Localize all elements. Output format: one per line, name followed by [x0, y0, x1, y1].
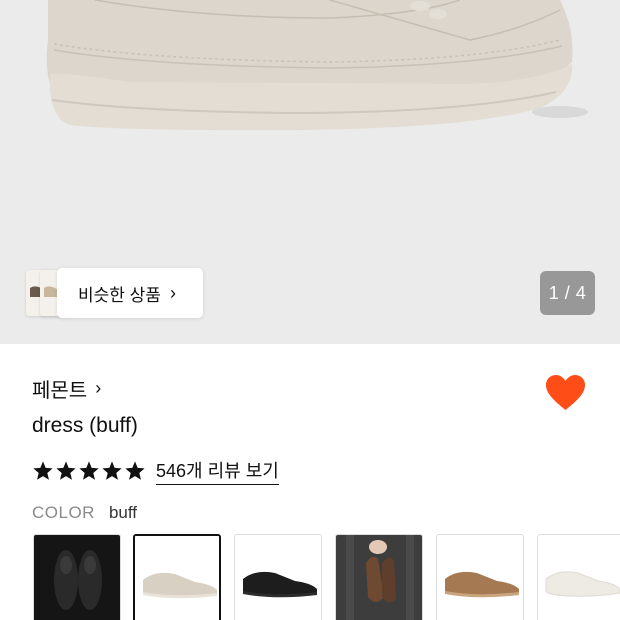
similar-products-label: 비슷한 상품: [78, 285, 161, 305]
swatch-buff[interactable]: [133, 534, 221, 620]
rating-stars: [32, 460, 146, 482]
chevron-right-icon: ›: [95, 378, 102, 398]
star-icon: [33, 461, 53, 480]
product-name: dress (buff): [32, 414, 138, 437]
swatch-white[interactable]: [537, 534, 620, 620]
color-value: buff: [108, 503, 138, 522]
swatch-tan[interactable]: [436, 534, 524, 620]
color-row: COLOR buff: [32, 503, 137, 523]
star-icon: [79, 461, 99, 480]
brand-name: 페몬트: [32, 380, 88, 402]
product-image-gallery[interactable]: 비슷한 상품 › 1 / 4: [0, 0, 620, 344]
image-counter: 1 / 4: [540, 271, 595, 315]
swatch-black-pair[interactable]: [33, 534, 121, 620]
star-icon: [125, 461, 145, 480]
heart-icon[interactable]: [545, 374, 586, 416]
color-swatch-list: [33, 534, 620, 620]
similar-products-button[interactable]: 비슷한 상품 ›: [57, 268, 203, 318]
swatch-brown-hand[interactable]: [335, 534, 423, 620]
swatch-black[interactable]: [234, 534, 322, 620]
rating-row: 546개 리뷰 보기: [32, 457, 279, 485]
chevron-right-icon: ›: [169, 282, 176, 303]
brand-link[interactable]: 페몬트 ›: [32, 374, 101, 403]
review-link[interactable]: 546개 리뷰 보기: [156, 457, 279, 485]
star-icon: [102, 461, 122, 480]
star-icon: [56, 461, 76, 480]
color-label: COLOR: [32, 503, 95, 522]
